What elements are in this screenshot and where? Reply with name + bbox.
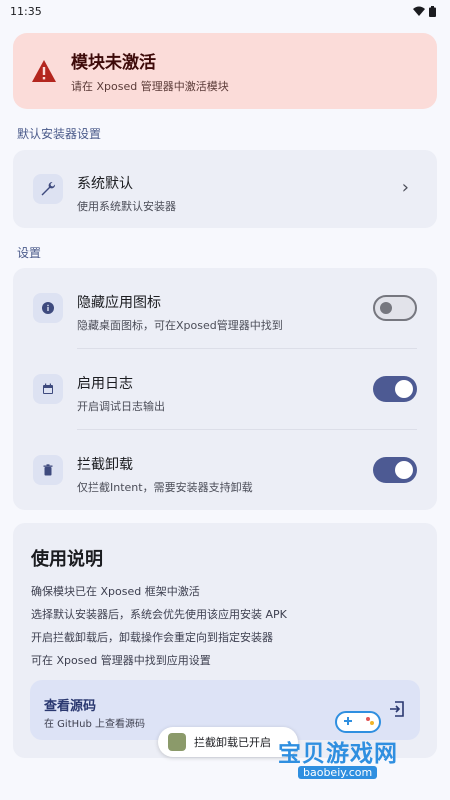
status-icons xyxy=(413,5,436,17)
chevron-right-icon: › xyxy=(401,177,409,198)
default-installer-title: 系统默认 xyxy=(77,176,133,192)
status-bar: 11:35 xyxy=(0,0,450,22)
default-installer-row[interactable]: 系统默认 使用系统默认安装器 › xyxy=(13,150,437,228)
usage-line: 选择默认安装器后，系统会优先使用该应用安装 APK xyxy=(31,608,287,621)
intercept-uninstall-toggle[interactable] xyxy=(373,457,417,483)
usage-line: 确保模块已在 Xposed 框架中激活 xyxy=(31,585,200,598)
usage-title: 使用说明 xyxy=(31,549,103,570)
hide-icon-title: 隐藏应用图标 xyxy=(77,295,161,311)
section-label-settings: 设置 xyxy=(17,246,42,260)
enable-log-title: 启用日志 xyxy=(77,376,133,392)
intercept-uninstall-title: 拦截卸载 xyxy=(77,457,133,473)
watermark-url: baobeiy.com xyxy=(298,766,378,779)
toast-text: 拦截卸载已开启 xyxy=(194,736,271,749)
settings-row-enable-log[interactable]: 启用日志 开启调试日志输出 xyxy=(13,349,437,429)
view-source-subtitle: 在 GitHub 上查看源码 xyxy=(44,719,146,730)
battery-icon xyxy=(429,5,436,17)
section-label-installer: 默认安装器设置 xyxy=(17,127,102,141)
trash-icon xyxy=(33,455,63,485)
hide-icon-subtitle: 隐藏桌面图标，可在Xposed管理器中找到 xyxy=(77,319,283,332)
watermark: 宝贝游戏网 baobeiy.com xyxy=(278,706,448,782)
module-inactive-alert: 模块未激活 请在 Xposed 管理器中激活模块 xyxy=(13,33,437,109)
intercept-uninstall-subtitle: 仅拦截Intent，需要安装器支持卸载 xyxy=(77,481,253,494)
alert-title: 模块未激活 xyxy=(71,53,156,73)
app-icon xyxy=(168,733,186,751)
usage-line: 开启拦截卸载后，卸载操作会重定向到指定安装器 xyxy=(31,631,273,644)
settings-row-intercept-uninstall[interactable]: 拦截卸载 仅拦截Intent，需要安装器支持卸载 xyxy=(13,430,437,510)
wrench-icon xyxy=(33,174,63,204)
toast-notification: 拦截卸载已开启 xyxy=(158,727,298,757)
status-time: 11:35 xyxy=(10,4,42,18)
view-source-title: 查看源码 xyxy=(44,699,97,714)
enable-log-subtitle: 开启调试日志输出 xyxy=(77,400,165,413)
watermark-text: 宝贝游戏网 xyxy=(278,741,398,767)
warning-icon xyxy=(32,60,56,82)
settings-card: 隐藏应用图标 隐藏桌面图标，可在Xposed管理器中找到 启用日志 开启调试日志… xyxy=(13,268,437,510)
calendar-icon xyxy=(33,374,63,404)
gamepad-icon xyxy=(335,711,381,733)
enable-log-toggle[interactable] xyxy=(373,376,417,402)
default-installer-subtitle: 使用系统默认安装器 xyxy=(77,200,176,213)
wifi-icon xyxy=(413,6,425,16)
usage-line: 可在 Xposed 管理器中找到应用设置 xyxy=(31,654,211,667)
alert-subtitle: 请在 Xposed 管理器中激活模块 xyxy=(71,80,229,93)
settings-row-hide-icon[interactable]: 隐藏应用图标 隐藏桌面图标，可在Xposed管理器中找到 xyxy=(13,268,437,348)
hide-icon-toggle[interactable] xyxy=(373,295,417,321)
default-installer-card[interactable]: 系统默认 使用系统默认安装器 › xyxy=(13,150,437,228)
info-icon xyxy=(33,293,63,323)
